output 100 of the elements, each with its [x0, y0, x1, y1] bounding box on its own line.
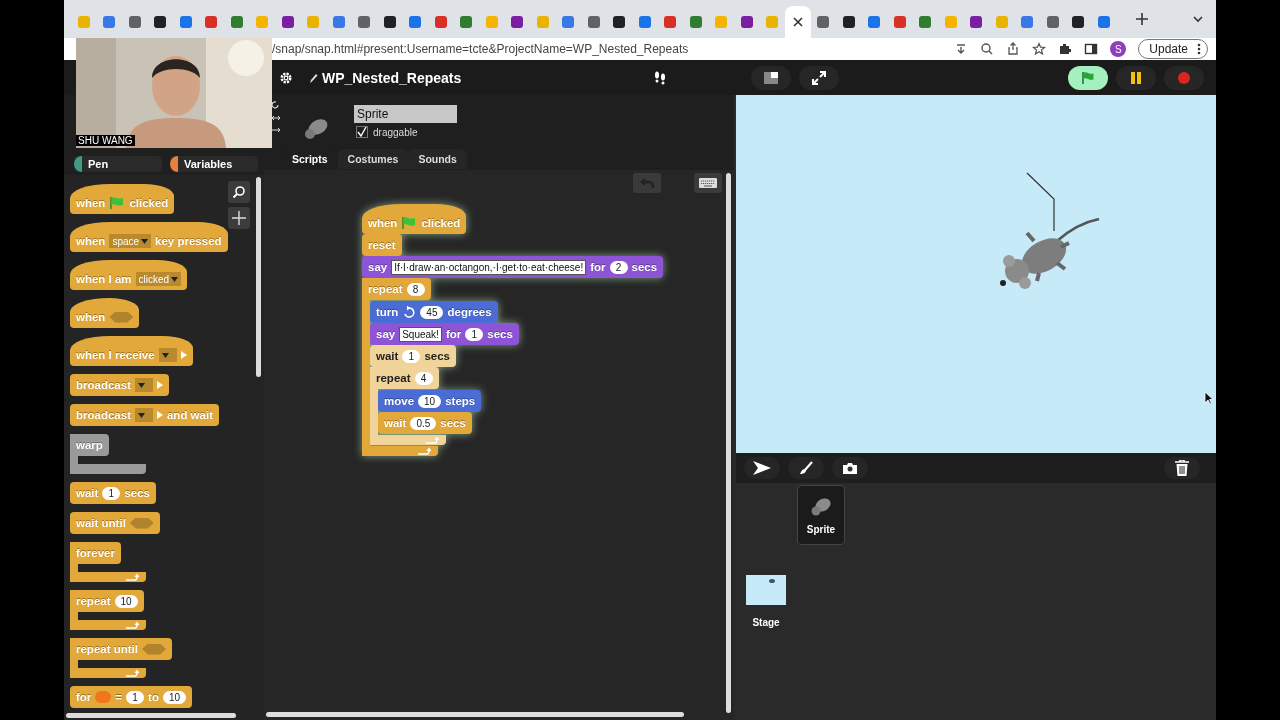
update-button[interactable]: Update	[1138, 39, 1208, 59]
left-right-icon[interactable]	[272, 115, 280, 121]
dropdown-slot[interactable]	[134, 378, 153, 392]
number-slot[interactable]: 45	[420, 305, 444, 319]
favicon-icon	[867, 15, 882, 29]
block-label: repeat	[76, 595, 111, 607]
favicon-icon	[178, 15, 193, 29]
code-block[interactable]: repeat 8 turn 45 degrees say Squeak! for 1 secs wait 1 secs repeat 4 move 10 steps wait 0.5 secs	[362, 278, 519, 456]
block-label: wait	[76, 487, 99, 499]
block-label: =	[115, 691, 123, 703]
number-slot[interactable]: 10	[418, 394, 442, 408]
dropdown-slot[interactable]	[134, 408, 153, 422]
number-slot[interactable]: 1	[402, 349, 421, 363]
block-label: say	[368, 261, 388, 273]
caret-icon	[141, 238, 149, 244]
sidebar-icon[interactable]	[1084, 42, 1099, 56]
number-slot[interactable]: 1	[465, 327, 484, 341]
favicon-icon	[535, 15, 550, 29]
favicon-icon	[459, 15, 474, 29]
block-label: reset	[368, 239, 396, 251]
code-block[interactable]: wait 1 secs	[370, 345, 456, 367]
delete-button[interactable]	[1164, 457, 1200, 479]
number-slot[interactable]: 4	[414, 371, 433, 385]
right-arrow-icon[interactable]	[272, 127, 280, 133]
scrollbar[interactable]	[726, 173, 731, 713]
puzzle-icon[interactable]	[1058, 42, 1073, 56]
block-label: steps	[445, 395, 476, 407]
sprite-tile[interactable]: Sprite	[797, 485, 845, 545]
project-title[interactable]: WP_Nested_Repeats	[322, 69, 462, 86]
url-field[interactable]: /snap/snap.html#present:Username=tcte&ProjectName=WP_Nested_Repeats	[272, 42, 943, 56]
checkbox[interactable]	[356, 126, 368, 138]
dropdown-slot[interactable]	[158, 348, 177, 362]
text-slot[interactable]: Squeak!	[399, 326, 442, 342]
block-label: broadcast	[76, 379, 131, 391]
profile-avatar[interactable]: S	[1110, 41, 1127, 57]
code-block[interactable]: for = 1 to 10	[70, 686, 193, 708]
sprite-name-field[interactable]: Sprite	[354, 105, 457, 123]
block-label: clicked	[421, 217, 461, 229]
run-button[interactable]	[1068, 65, 1108, 90]
block-label: wait	[384, 417, 407, 429]
block-label: secs	[440, 417, 466, 429]
code-block[interactable]: wait 0.5 secs	[378, 412, 472, 434]
rotate-clockwise-icon	[402, 305, 417, 319]
favicon-icon	[127, 15, 142, 29]
kebab-menu-icon[interactable]	[1197, 43, 1201, 55]
block-label: move	[384, 395, 415, 407]
tab[interactable]: Costumes	[337, 149, 409, 169]
tab[interactable]: Sounds	[408, 149, 467, 169]
block-label: repeat	[368, 283, 403, 295]
favicon-icon	[306, 15, 321, 29]
code-block[interactable]: say If·I·draw·an·octangon,·I·get·to·eat·cheese! for 2 secs	[362, 256, 664, 278]
stage-thumbnail-icon[interactable]	[746, 575, 786, 605]
category-button[interactable]: Pen	[74, 156, 162, 172]
camera-button[interactable]	[832, 457, 868, 479]
number-slot[interactable]: 10	[114, 594, 138, 608]
caret-icon	[171, 276, 179, 282]
scrollbar[interactable]	[66, 713, 236, 718]
favicon-icon	[229, 15, 244, 29]
favicon-icon	[433, 15, 448, 29]
zoom-icon[interactable]	[980, 42, 995, 56]
scrollbar[interactable]	[266, 712, 684, 717]
block-label: when I receive	[76, 349, 155, 361]
star-icon[interactable]	[1032, 42, 1047, 56]
stop-button[interactable]	[1164, 65, 1204, 90]
code-block[interactable]: say Squeak! for 1 secs	[370, 323, 519, 345]
scrollbar[interactable]	[256, 177, 261, 377]
number-slot[interactable]: 2	[609, 260, 628, 274]
category-button[interactable]: Variables	[170, 156, 258, 172]
keyboard-button[interactable]	[694, 173, 722, 193]
number-slot[interactable]: 1	[126, 690, 145, 704]
block-label: turn	[376, 306, 399, 318]
pause-button[interactable]	[1116, 65, 1156, 90]
number-slot[interactable]: 0.5	[410, 416, 437, 430]
code-block[interactable]: turn 45 degrees	[370, 301, 498, 323]
paint-button[interactable]	[788, 457, 824, 479]
code-block[interactable]: repeat 4 move 10 steps wait 0.5 secs	[370, 367, 482, 445]
code-block[interactable]: repeat 10	[70, 590, 146, 630]
new-tab-icon[interactable]	[1134, 12, 1149, 26]
close-icon[interactable]	[791, 16, 804, 28]
add-block-button[interactable]	[228, 207, 250, 229]
favicon-icon	[892, 15, 907, 29]
checkmark-icon	[357, 127, 367, 137]
share-icon[interactable]	[1006, 42, 1021, 56]
turtle-sprite-button[interactable]	[744, 457, 780, 479]
footprints-icon[interactable]	[652, 69, 668, 86]
code-block[interactable]: move 10 steps	[378, 390, 482, 412]
number-slot[interactable]: 8	[406, 282, 425, 296]
flag-icon	[1081, 70, 1095, 85]
search-button[interactable]	[228, 181, 250, 203]
stage-size-button[interactable]	[751, 65, 791, 90]
chevron-down-icon[interactable]	[1192, 13, 1204, 25]
code-block[interactable]: wait 1 secs	[70, 482, 156, 504]
rotate-icon[interactable]	[272, 101, 280, 109]
block-label: when I am	[76, 273, 132, 285]
number-slot[interactable]: 10	[162, 690, 187, 704]
favicon-icon	[688, 15, 703, 29]
block-label: when	[76, 311, 106, 323]
number-slot[interactable]: 1	[102, 486, 121, 500]
text-slot[interactable]: If·I·draw·an·octangon,·I·get·to·eat·cheese!	[391, 259, 587, 275]
presentation-mode-button[interactable]	[799, 65, 839, 90]
